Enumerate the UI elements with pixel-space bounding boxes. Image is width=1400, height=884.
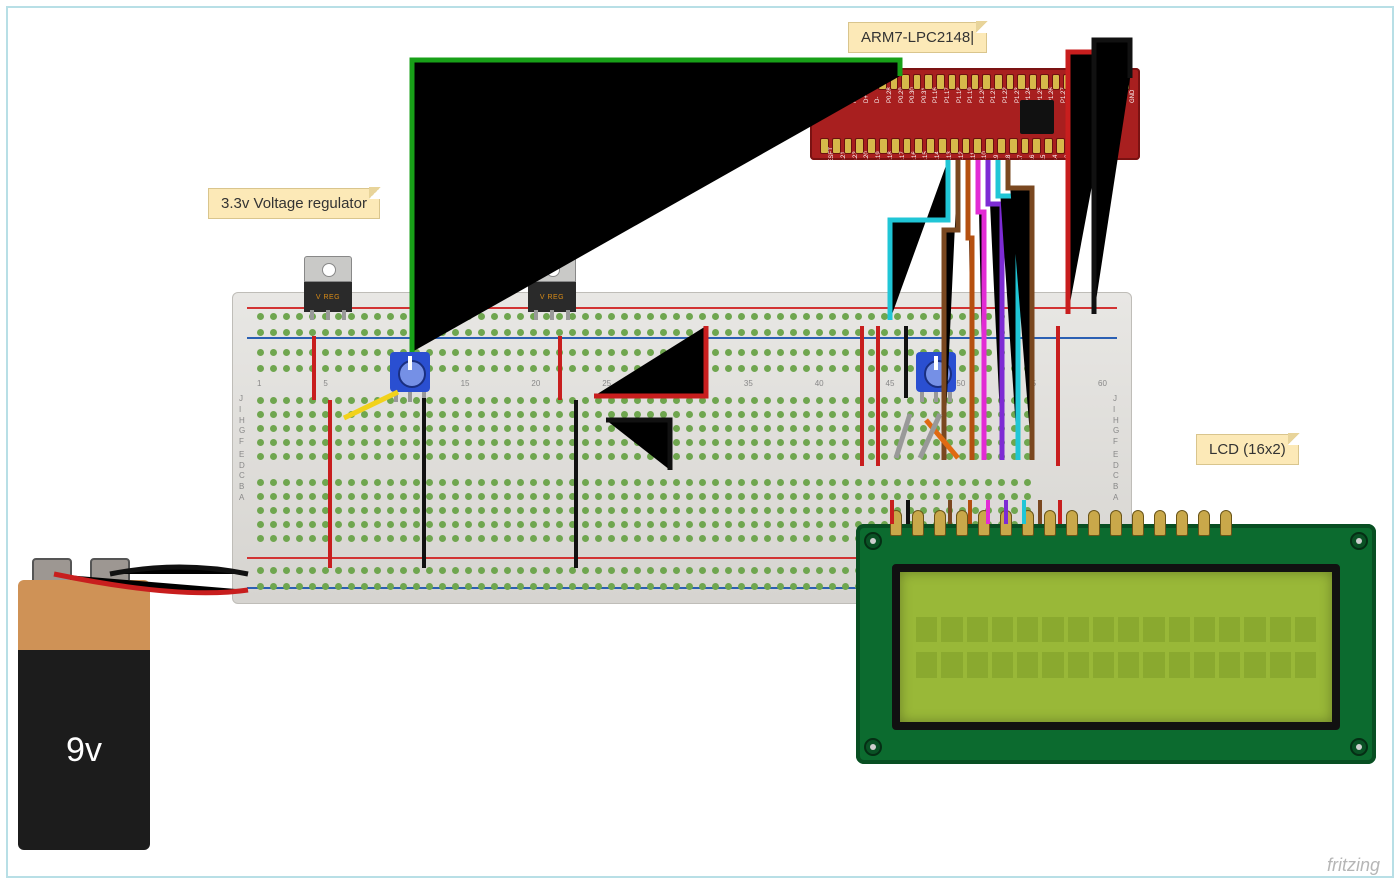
screw-icon — [1350, 738, 1368, 756]
mcu-chip — [1020, 100, 1054, 134]
potentiometer-2 — [916, 352, 956, 392]
label-lcd: LCD (16x2) — [1196, 434, 1299, 465]
mcu-pin-P1.19: P1.19 — [959, 74, 968, 90]
mcu-pin-P0.22: P0.22 — [844, 138, 853, 154]
mcu-pin-P1.17: P1.17 — [936, 74, 945, 90]
mcu-pin-P0.7: P0.7 — [1009, 138, 1018, 154]
mcu-pin-P0.2: P0.2 — [1068, 138, 1077, 154]
mcu-pin-P1.27: P1.27 — [1052, 74, 1061, 90]
mcu-pin-P1.30: P1.30 — [1087, 74, 1096, 90]
battery-9v: 9v — [18, 558, 150, 858]
mcu-pin-P1.24: P1.24 — [1017, 74, 1026, 90]
mcu-pin-P0.28: P0.28 — [878, 74, 887, 90]
mcu-pin-P1.20: P1.20 — [971, 74, 980, 90]
voltage-regulator-5v: V REG — [524, 256, 580, 320]
mcu-pin-P1.23: P1.23 — [1006, 74, 1015, 90]
mcu-pin-P0.12: P0.12 — [950, 138, 959, 154]
mcu-pin-P0.14: P0.14 — [926, 138, 935, 154]
screw-icon — [864, 532, 882, 550]
mcu-pin-P0.16: P0.16 — [903, 138, 912, 154]
mcu-pin-P0.11: P0.11 — [962, 138, 971, 154]
voltage-regulator-3v3: V REG — [300, 256, 356, 320]
mcu-pin-P1.31: P1.31 — [1098, 74, 1107, 90]
mcu-subtitle: LPC2148 — [818, 75, 827, 108]
mcu-pin-P0.15: P0.15 — [914, 138, 923, 154]
mcu-pin-P0.10: P0.10 — [973, 138, 982, 154]
battery-body: 9v — [18, 650, 150, 850]
mcu-pin-P1.28: P1.28 — [1063, 74, 1072, 90]
attribution: fritzing — [1327, 855, 1380, 876]
mcu-pin-P0.20: P0.20 — [855, 138, 864, 154]
mcu-pin-P0.5: P0.5 — [1032, 138, 1041, 154]
screw-icon — [1350, 532, 1368, 550]
label-5v: 5v voltage regulator — [460, 188, 618, 219]
mcu-pin-P0.21: P0.21 — [832, 138, 841, 154]
mcu-pin-P0.13: P0.13 — [938, 138, 947, 154]
mcu-pin-P1.26: P1.26 — [1040, 74, 1049, 90]
mcu-pin-+5V: +5V — [1110, 74, 1119, 90]
mcu-pin-P1.16: P1.16 — [924, 74, 933, 90]
mcu-pin-P0.9: P0.9 — [985, 138, 994, 154]
mcu-pin-P0.24: P0.24 — [843, 74, 852, 90]
mcu-pin-P0.31: P0.31 — [913, 74, 922, 90]
mcu-lpc2148: P0.25P0.23P0.24D+D-P0.28P0.29P0.30P0.31P… — [810, 68, 1140, 160]
lcd-pins — [890, 510, 1232, 536]
lcd-16x2 — [856, 524, 1376, 764]
mcu-pin-P0.4: P0.4 — [1044, 138, 1053, 154]
column-numbers: 151015202530354045505560 — [257, 379, 1107, 388]
potentiometer-1 — [390, 352, 430, 392]
battery-top — [18, 580, 150, 650]
label-3v3: 3.3v Voltage regulator — [208, 188, 380, 219]
screw-icon — [864, 738, 882, 756]
mcu-pin-P0.3: P0.3 — [1056, 138, 1065, 154]
mcu-pin-P0.8: P0.8 — [997, 138, 1006, 154]
mcu-pin-P0.23: P0.23 — [832, 74, 841, 90]
mcu-pin-GND: GND — [1121, 74, 1130, 90]
mcu-pin-P0.17: P0.17 — [891, 138, 900, 154]
mcu-pin-P0.18: P0.18 — [879, 138, 888, 154]
label-mcu: ARM7-LPC2148| — [848, 22, 987, 53]
mcu-pin-P0.1: P0.1 — [1080, 138, 1089, 154]
mcu-pin-P0.6: P0.6 — [1021, 138, 1030, 154]
row-letters-left: JIHGFEDCBA — [239, 393, 251, 503]
mcu-pin-P1.25: P1.25 — [1029, 74, 1038, 90]
mcu-pin-P1.18: P1.18 — [948, 74, 957, 90]
row-letters-right: JIHGFEDCBA — [1113, 393, 1125, 503]
mcu-pin-RESET: RESET — [820, 138, 829, 154]
mcu-pin-P0.30: P0.30 — [901, 74, 910, 90]
mcu-pin-P1.22: P1.22 — [994, 74, 1003, 90]
mcu-pin-P1.21: P1.21 — [982, 74, 991, 90]
mcu-pin-D-: D- — [866, 74, 875, 90]
mcu-pin-P0.29: P0.29 — [890, 74, 899, 90]
mcu-pin-P0.19: P0.19 — [867, 138, 876, 154]
mcu-pin-D+: D+ — [855, 74, 864, 90]
lcd-display — [892, 564, 1340, 730]
mcu-pin-P1.29: P1.29 — [1075, 74, 1084, 90]
mcu-pin-P0.0: P0.0 — [1091, 138, 1100, 154]
